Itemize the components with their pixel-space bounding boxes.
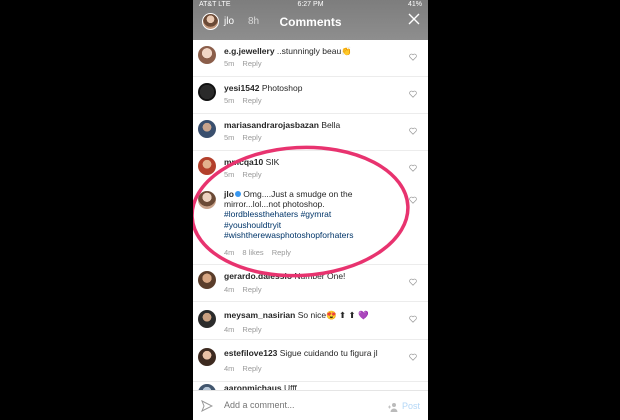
comment-input[interactable] — [224, 400, 364, 410]
comment-time: 5m — [224, 96, 235, 105]
avatar[interactable] — [198, 191, 216, 209]
comment-row: mariasandrarojasbazan Bella 5m Reply — [193, 114, 428, 151]
comment-username[interactable]: gerardo.dalessio — [224, 271, 292, 281]
add-user-icon[interactable] — [388, 402, 398, 412]
comment-row: e.g.jewellery ..stunningly beau👏 5m Reply — [193, 40, 428, 77]
direct-send-icon[interactable] — [201, 400, 213, 412]
reply-button[interactable]: Reply — [242, 325, 261, 334]
heart-icon[interactable] — [409, 90, 417, 98]
comment-row: gerardo.dalessio Number One! 4m Reply — [193, 265, 428, 302]
likes-count[interactable]: 8 likes — [242, 248, 263, 257]
status-bar: AT&T LTE 6:27 PM 41% — [193, 0, 428, 10]
page-title: Comments — [279, 15, 342, 29]
comment-username[interactable]: yesi1542 — [224, 83, 259, 93]
comment-time: 5m — [224, 170, 235, 179]
avatar[interactable] — [198, 348, 216, 366]
heart-icon[interactable] — [409, 353, 417, 361]
hashtag-link[interactable]: #youshouldtryit — [224, 220, 281, 230]
avatar[interactable] — [198, 310, 216, 328]
header: AT&T LTE 6:27 PM 41% jlo 8h Comments — [193, 0, 428, 40]
comment-text: So nice😍 ⬆ ⬆ 💜 — [295, 310, 369, 320]
comment-username[interactable]: meysam_nasirian — [224, 310, 295, 320]
comment-text: Number One! — [292, 271, 346, 281]
comment-row-highlighted: jlo Omg....Just a smudge on the mirror..… — [193, 183, 428, 265]
post-button[interactable]: Post — [402, 401, 420, 411]
comment-text: Bella — [318, 120, 341, 130]
comment-text: SIK — [263, 157, 280, 167]
comment-text: Omg....Just a smudge on the mirror...lol… — [224, 189, 353, 210]
avatar[interactable] — [198, 157, 216, 175]
comment-text: Photoshop — [259, 83, 303, 93]
hashtag-link[interactable]: #lordblessthehaters — [224, 209, 298, 219]
reply-button[interactable]: Reply — [272, 248, 291, 257]
battery-label: 41% — [407, 1, 422, 8]
heart-icon[interactable] — [409, 196, 417, 204]
avatar[interactable] — [198, 46, 216, 64]
reply-button[interactable]: Reply — [242, 170, 261, 179]
comment-time: 5m — [224, 59, 235, 68]
heart-icon[interactable] — [409, 278, 417, 286]
reply-button[interactable]: Reply — [242, 285, 261, 294]
comment-time: 4m — [224, 248, 235, 257]
reply-button[interactable]: Reply — [242, 96, 261, 105]
heart-icon[interactable] — [409, 53, 417, 61]
comment-username[interactable]: mmcqa10 — [224, 157, 263, 167]
hashtag-link[interactable]: #wishtherewasphotoshopforhaters — [224, 230, 353, 240]
avatar[interactable] — [198, 120, 216, 138]
comment-time: 4m — [224, 285, 235, 294]
comments-screen: AT&T LTE 6:27 PM 41% jlo 8h Comments e.g… — [193, 0, 428, 420]
avatar[interactable] — [198, 83, 216, 101]
heart-icon[interactable] — [409, 127, 417, 135]
close-icon[interactable] — [408, 13, 420, 25]
heart-icon[interactable] — [409, 315, 417, 323]
comment-text: Sigue cuidando tu figura jl — [277, 348, 378, 358]
comment-username[interactable]: jlo — [224, 189, 234, 199]
avatar[interactable] — [198, 271, 216, 289]
reply-button[interactable]: Reply — [242, 133, 261, 142]
heart-icon[interactable] — [409, 164, 417, 172]
reply-button[interactable]: Reply — [242, 59, 261, 68]
comment-username[interactable]: e.g.jewellery — [224, 46, 275, 56]
comment-time: 4m — [224, 364, 235, 373]
comment-time: 4m — [224, 325, 235, 334]
comment-row: yesi1542 Photoshop 5m Reply — [193, 77, 428, 114]
comment-row: meysam_nasirian So nice😍 ⬆ ⬆ 💜 4m Reply — [193, 302, 428, 340]
comment-time: 5m — [224, 133, 235, 142]
reply-button[interactable]: Reply — [242, 364, 261, 373]
comment-composer: Post — [193, 390, 428, 420]
comment-username[interactable]: estefilove123 — [224, 348, 277, 358]
comment-username[interactable]: mariasandrarojasbazan — [224, 120, 319, 130]
comment-text: ..stunningly beau👏 — [274, 46, 352, 56]
hashtag-link[interactable]: #gymrat — [301, 209, 332, 219]
comment-row: estefilove123 Sigue cuidando tu figura j… — [193, 340, 428, 382]
clock: 6:27 PM — [297, 1, 324, 8]
